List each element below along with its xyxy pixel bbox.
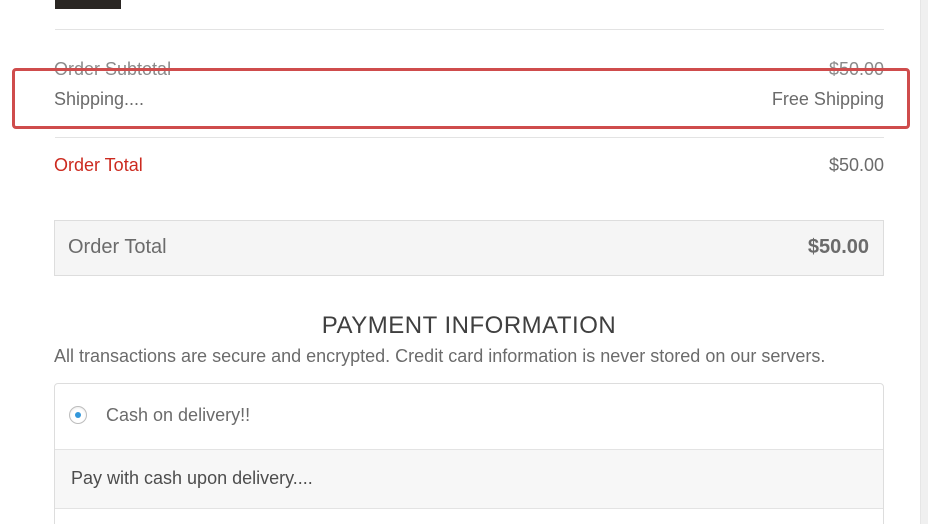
order-total-box-amount: $50.00 xyxy=(807,236,869,258)
order-total-value: $50.00 xyxy=(828,155,884,175)
payment-option-description-text: Pay with cash upon delivery.... xyxy=(71,468,313,488)
checkout-page: Order Subtotal $50.00 Shipping.... Free … xyxy=(0,0,928,524)
order-total-box: Order Total $50.00 xyxy=(54,220,884,276)
payment-information-title: PAYMENT INFORMATION xyxy=(321,312,617,339)
payment-option-label[interactable]: Cash on delivery!! xyxy=(106,405,250,426)
order-total-label: Order Total xyxy=(54,155,143,175)
payment-option-cash-on-delivery[interactable]: Cash on delivery!! xyxy=(55,384,883,450)
divider xyxy=(55,137,884,138)
highlight-annotation-box xyxy=(12,68,910,129)
divider xyxy=(55,29,884,30)
scrollbar[interactable] xyxy=(920,0,928,524)
order-total-box-label: Order Total xyxy=(68,236,167,258)
payment-option-description: Pay with cash upon delivery.... xyxy=(55,450,883,509)
radio-button-selected[interactable] xyxy=(69,406,87,424)
payment-methods-box: Cash on delivery!! Pay with cash upon de… xyxy=(54,383,884,524)
payment-security-note: All transactions are secure and encrypte… xyxy=(54,346,826,366)
product-thumbnail xyxy=(55,0,121,9)
